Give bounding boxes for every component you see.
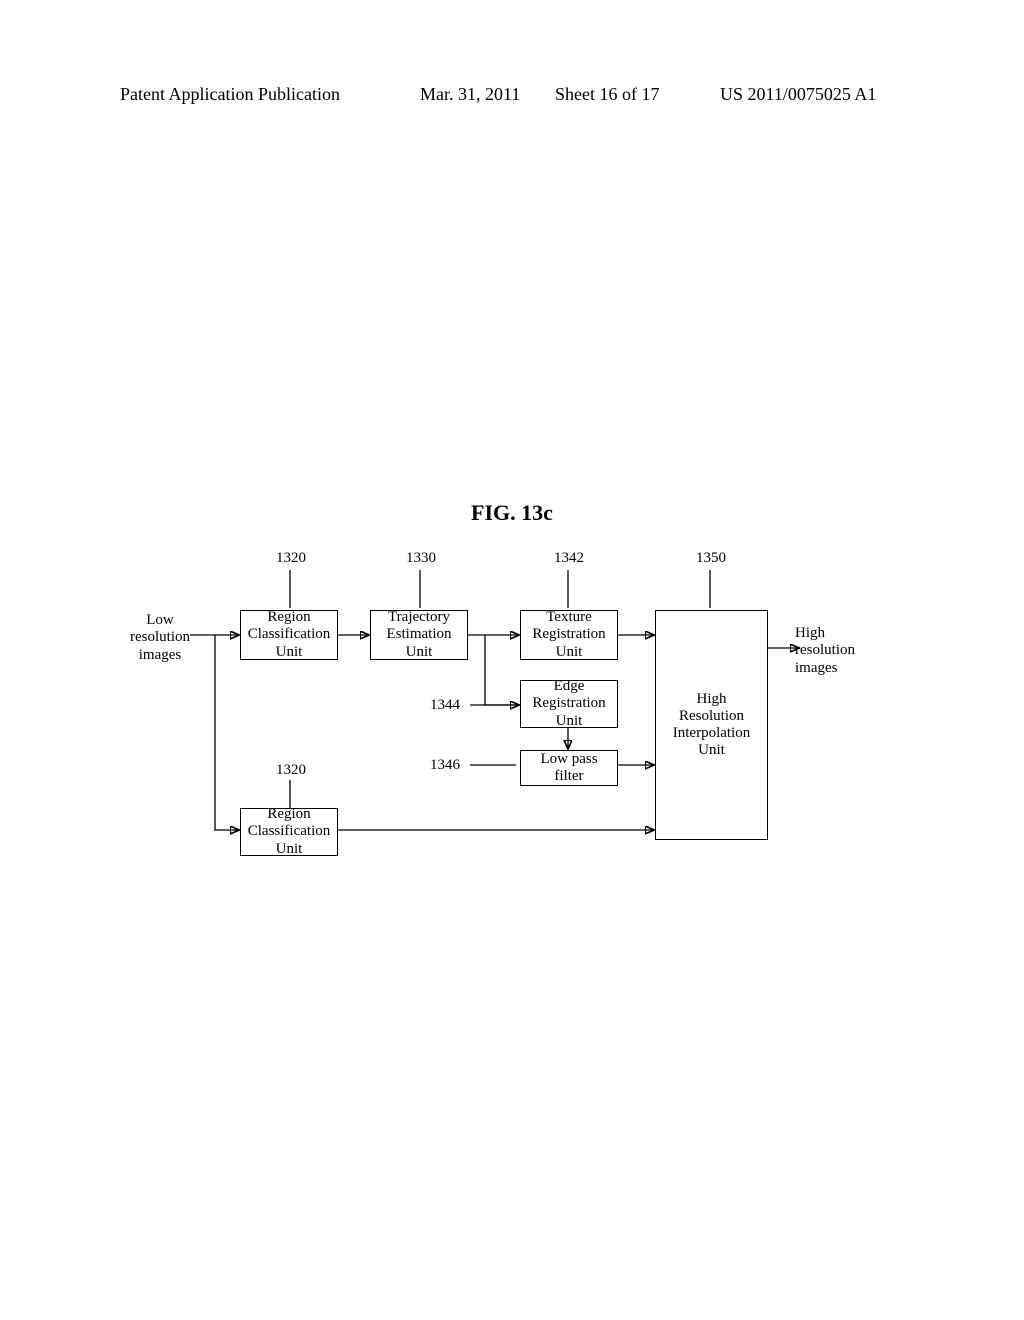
- header-date: Mar. 31, 2011: [420, 84, 520, 105]
- block-diagram: Low resolution images High resolution im…: [130, 540, 930, 860]
- input-label: Low resolution images: [125, 612, 195, 664]
- ref-1346: 1346: [430, 757, 460, 774]
- ref-1350: 1350: [696, 550, 726, 567]
- ref-1344: 1344: [430, 697, 460, 714]
- ref-1330: 1330: [406, 550, 436, 567]
- header-pubnum: US 2011/0075025 A1: [720, 84, 876, 105]
- box-texture-registration: Texture Registration Unit: [520, 610, 618, 660]
- header-sheet: Sheet 16 of 17: [555, 84, 659, 105]
- box-edge-registration: Edge Registration Unit: [520, 680, 618, 728]
- ref-1320a: 1320: [276, 550, 306, 567]
- figure-title: FIG. 13c: [0, 500, 1024, 526]
- box-trajectory-estimation: Trajectory Estimation Unit: [370, 610, 468, 660]
- box-region-classification-1: Region Classification Unit: [240, 610, 338, 660]
- ref-1320b: 1320: [276, 762, 306, 779]
- box-region-classification-2: Region Classification Unit: [240, 808, 338, 856]
- header-left: Patent Application Publication: [120, 84, 340, 105]
- box-high-resolution-interpolation: High Resolution Interpolation Unit: [655, 610, 768, 840]
- ref-1342: 1342: [554, 550, 584, 567]
- box-low-pass-filter: Low pass filter: [520, 750, 618, 786]
- output-label: High resolution images: [795, 625, 870, 677]
